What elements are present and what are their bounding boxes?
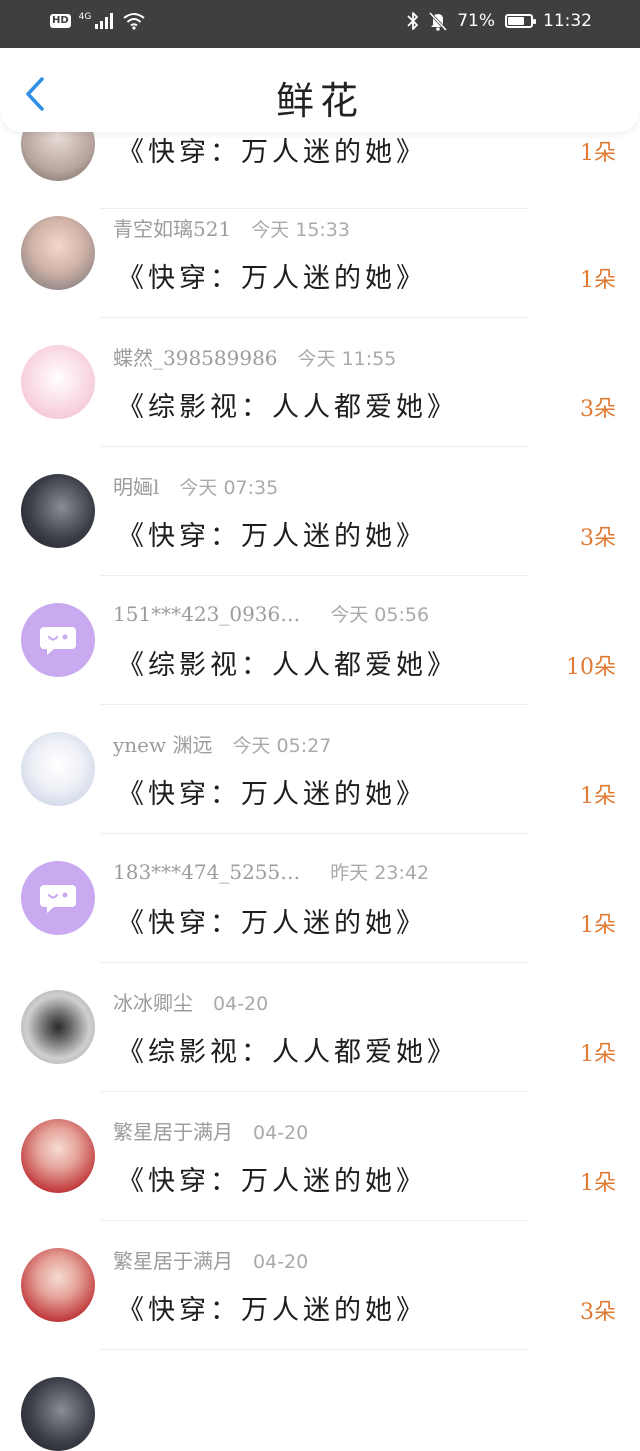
timestamp: 今天 11:55: [297, 348, 397, 370]
user-meta: ynew 渊远 今天 05:27: [113, 729, 331, 758]
username: 繁星居于满月: [113, 1120, 233, 1144]
flower-count: 1朵: [580, 784, 616, 809]
book-title: 《综影视：人人都爱她》: [117, 392, 458, 423]
book-title: 《综影视：人人都爱她》: [117, 1037, 458, 1068]
list-item[interactable]: 蝶然_398589986 今天 11:55 《综影视：人人都爱她》 3朵: [0, 318, 640, 447]
user-meta: 蝶然_398589986 今天 11:55: [113, 342, 396, 371]
username: 蝶然_398589986: [113, 346, 278, 370]
flower-count: 10朵: [566, 655, 616, 680]
username: 青空如璃521: [113, 217, 232, 241]
chat-bubble-icon: [40, 627, 76, 655]
signal-icon: [95, 13, 114, 29]
timestamp: 今天 07:35: [179, 477, 279, 499]
network-type: 4G: [78, 11, 92, 22]
hd-badge: HD: [50, 14, 71, 28]
avatar[interactable]: [21, 345, 95, 419]
status-left: HD 4G: [50, 12, 145, 30]
avatar[interactable]: [21, 861, 95, 935]
list-item[interactable]: 繁星居于满月 04-20 《快穿：万人迷的她》 1朵: [0, 1092, 640, 1221]
bluetooth-icon: [407, 12, 419, 30]
book-title: 《综影视：人人都爱她》: [117, 650, 458, 681]
book-title: 《快穿：万人迷的她》: [117, 263, 427, 294]
avatar[interactable]: [21, 1119, 95, 1193]
list-item[interactable]: 青空如璃521 今天 15:33 《快穿：万人迷的她》 1朵: [0, 189, 640, 318]
avatar[interactable]: [21, 603, 95, 677]
status-right: 71% 11:32: [407, 11, 592, 31]
flower-count: 1朵: [580, 913, 616, 938]
username: 151***423_0936…: [113, 602, 301, 626]
flower-count: 1朵: [580, 141, 616, 166]
user-meta: 冰冰卿尘 04-20: [113, 987, 268, 1016]
timestamp: 04-20: [213, 993, 269, 1015]
book-title: 《快穿：万人迷的她》: [117, 779, 427, 810]
user-meta: 183***474_5255… 昨天 23:42: [113, 858, 429, 885]
book-title: 《快穿：万人迷的她》: [117, 521, 427, 552]
avatar[interactable]: [21, 1377, 95, 1451]
avatar[interactable]: [21, 1248, 95, 1322]
timestamp: 04-20: [253, 1122, 309, 1144]
timestamp: 昨天 23:42: [330, 862, 430, 884]
username: 繁星居于满月: [113, 1249, 233, 1273]
username: ynew 渊远: [113, 733, 213, 757]
user-meta: 151***423_0936… 今天 05:56: [113, 600, 429, 627]
avatar[interactable]: [21, 216, 95, 290]
username: 183***474_5255…: [113, 860, 301, 884]
clock: 11:32: [543, 11, 592, 31]
flower-count: 3朵: [580, 1300, 616, 1325]
user-meta: 青空如璃521 今天 15:33: [113, 213, 350, 242]
book-title: 《快穿：万人迷的她》: [117, 1166, 427, 1197]
timestamp: 今天 15:33: [251, 219, 350, 241]
username: 冰冰卿尘: [113, 991, 193, 1015]
user-meta: 繁星居于满月 04-20: [113, 1116, 308, 1145]
book-title: 《快穿：万人迷的她》: [117, 908, 427, 939]
flower-count: 1朵: [580, 1171, 616, 1196]
flower-count: 3朵: [580, 526, 616, 551]
nav-header: 鲜花: [0, 48, 640, 132]
timestamp: 04-20: [253, 1251, 309, 1273]
list-item[interactable]: 冰冰卿尘 04-20 《综影视：人人都爱她》 1朵: [0, 963, 640, 1092]
chat-bubble-icon: [40, 885, 76, 913]
user-meta: 明婳l 今天 07:35: [113, 471, 278, 500]
avatar[interactable]: [21, 474, 95, 548]
battery-fill: [508, 17, 524, 25]
timestamp: 今天 05:56: [330, 604, 430, 626]
flower-count: 1朵: [580, 1042, 616, 1067]
list-item[interactable]: 繁星居于满月 04-20 《快穿：万人迷的她》 3朵: [0, 1221, 640, 1350]
list-item[interactable]: [0, 1350, 640, 1451]
user-meta: 繁星居于满月 04-20: [113, 1245, 308, 1274]
bell-muted-icon: [429, 11, 448, 31]
flower-count: 3朵: [580, 397, 616, 422]
list-item[interactable]: 明婳l 今天 07:35 《快穿：万人迷的她》 3朵: [0, 447, 640, 576]
flower-count: 1朵: [580, 268, 616, 293]
book-title: 《快穿：万人迷的她》: [117, 137, 427, 168]
page-title: 鲜花: [275, 79, 364, 123]
wifi-icon: [123, 13, 145, 30]
avatar[interactable]: [21, 990, 95, 1064]
list-item[interactable]: ynew 渊远 今天 05:27 《快穿：万人迷的她》 1朵: [0, 705, 640, 834]
status-bar: HD 4G 71% 11:32: [0, 0, 640, 48]
avatar[interactable]: [21, 732, 95, 806]
battery-icon: [505, 14, 536, 28]
username: 明婳l: [113, 475, 160, 499]
list-item[interactable]: 183***474_5255… 昨天 23:42 《快穿：万人迷的她》 1朵: [0, 834, 640, 963]
book-title: 《快穿：万人迷的她》: [117, 1295, 427, 1326]
list-item[interactable]: 151***423_0936… 今天 05:56 《综影视：人人都爱她》 10朵: [0, 576, 640, 705]
battery-percent: 71%: [457, 11, 495, 31]
timestamp: 今天 05:27: [232, 735, 332, 757]
